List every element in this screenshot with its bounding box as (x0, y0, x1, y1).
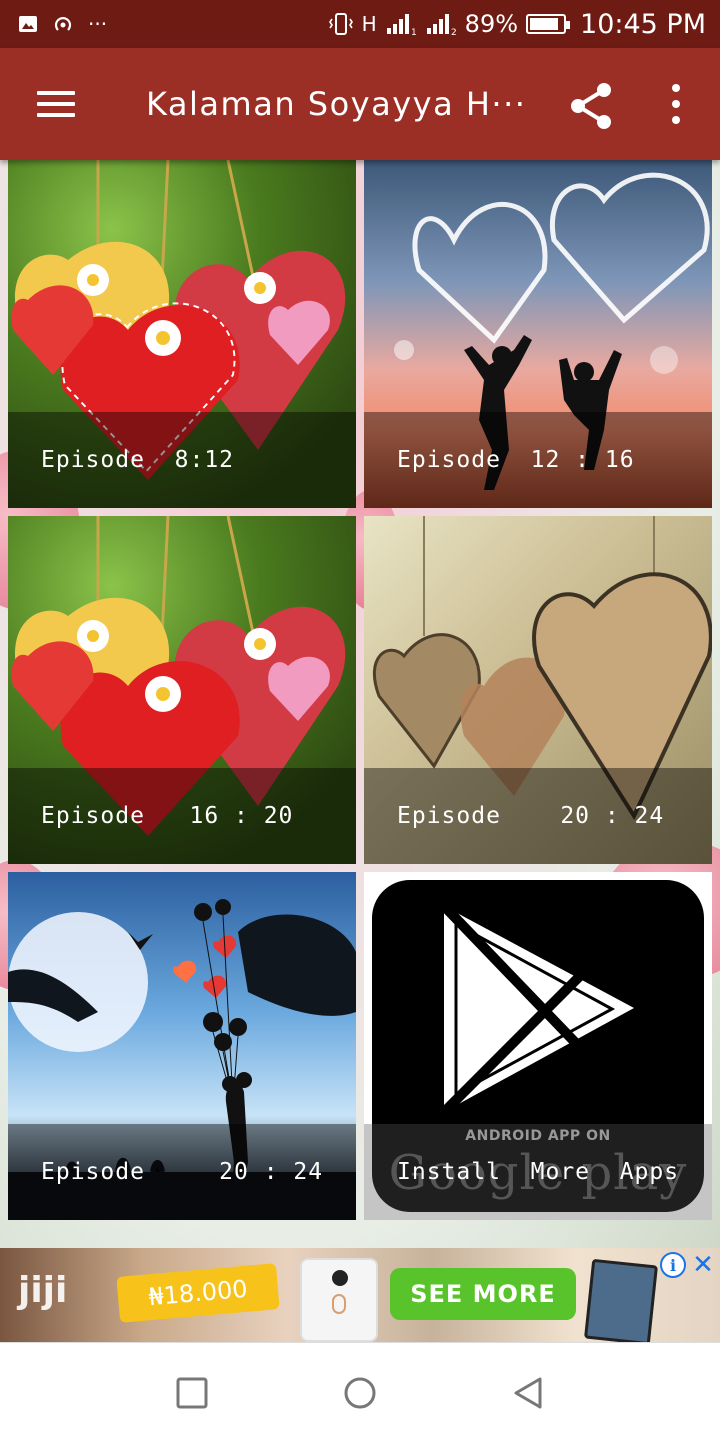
episode-caption: Episode 20 : 24 (364, 768, 712, 864)
back-icon[interactable] (508, 1373, 548, 1413)
episode-grid: Episode 8:12 Episode 12 : 16 Episode 16 … (0, 160, 720, 1248)
battery-percent: 89% (464, 10, 519, 38)
ad-logo: jiji (18, 1270, 68, 1311)
battery-icon (526, 14, 571, 34)
episode-tile-1[interactable]: Episode 8:12 (8, 160, 356, 508)
ad-phone-image-2 (583, 1258, 659, 1342)
recents-icon[interactable] (172, 1373, 212, 1413)
episode-tile-2[interactable]: Episode 12 : 16 (364, 160, 712, 508)
share-icon[interactable] (566, 80, 618, 132)
ad-close-icon[interactable]: ✕ (690, 1252, 716, 1278)
install-more-apps-tile[interactable]: ANDROID APP ON Google play Install More … (364, 872, 712, 1220)
episode-tile-5[interactable]: Episode 20 : 24 (8, 872, 356, 1220)
svg-text:1: 1 (411, 28, 417, 36)
app-title: Kalaman Soyayya H··· (146, 85, 527, 123)
clock: 10:45 PM (580, 8, 706, 40)
episode-caption: Episode 20 : 24 (8, 1124, 356, 1220)
episode-caption: Episode 12 : 16 (364, 412, 712, 508)
ad-banner[interactable]: jiji ₦18.000 SEE MORE i ✕ (0, 1248, 720, 1342)
system-navigation-bar (0, 1342, 720, 1440)
hotspot-icon (54, 17, 72, 31)
more-notifications-icon: ··· (88, 12, 108, 36)
svg-text:2: 2 (451, 28, 457, 36)
episode-tile-3[interactable]: Episode 16 : 20 (8, 516, 356, 864)
image-icon (19, 16, 37, 32)
ad-phone-image (300, 1258, 378, 1342)
overflow-menu-icon[interactable] (652, 78, 700, 130)
hamburger-icon (37, 91, 75, 117)
episode-caption: Episode 16 : 20 (8, 768, 356, 864)
signal-sim2-icon: 2 (426, 14, 457, 36)
status-bar: ··· H 1 2 89% 10:45 PM (0, 0, 720, 48)
see-more-button[interactable]: SEE MORE (390, 1268, 576, 1320)
episode-tile-4[interactable]: Episode 20 : 24 (364, 516, 712, 864)
app-bar: Kalaman Soyayya H··· (0, 48, 720, 160)
home-icon[interactable] (340, 1373, 380, 1413)
ad-price-tag: ₦18.000 (116, 1263, 280, 1323)
network-type-label: H (361, 12, 377, 36)
episode-caption: Episode 8:12 (8, 412, 356, 508)
ad-info-icon[interactable]: i (660, 1252, 686, 1278)
vibrate-icon (328, 13, 353, 35)
signal-sim1-icon: 1 (386, 14, 417, 36)
navigation-menu-button[interactable] (0, 48, 112, 160)
install-more-apps-caption: Install More Apps (364, 1124, 712, 1220)
